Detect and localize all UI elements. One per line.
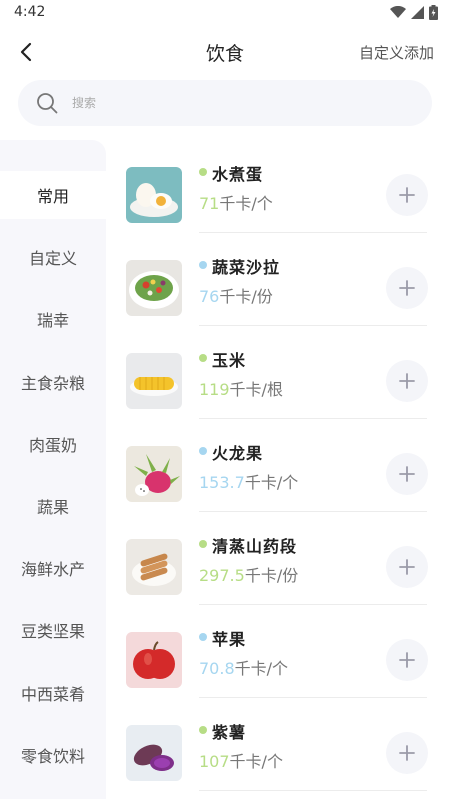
battery-icon [429,5,438,20]
calorie-value: 70.8 [199,659,235,678]
calorie-unit: 千卡/根 [229,380,283,399]
plus-icon [399,745,415,761]
food-image [126,446,182,502]
sidebar-item-fruits-vegetables[interactable]: 蔬果 [0,482,106,530]
sidebar-item-dishes[interactable]: 中西菜肴 [0,669,106,717]
category-dot [199,168,207,176]
food-item[interactable]: 清蒸山药段 297.5千卡/份 [106,512,450,605]
plus-icon [399,187,415,203]
calorie-unit: 千卡/个 [244,473,299,492]
food-name: 清蒸山药段 [212,537,298,556]
sidebar-item-common[interactable]: 常用 [0,171,106,219]
food-image [126,725,182,781]
boiled-egg-image [126,167,182,223]
food-calories: 153.7千卡/个 [199,469,298,493]
food-calories: 107千卡/个 [199,748,283,772]
calorie-unit: 千卡/份 [244,566,299,585]
apple-image [126,632,182,688]
food-name: 紫薯 [212,723,247,742]
calorie-unit: 千卡/个 [234,659,289,678]
calorie-value: 71 [199,194,220,213]
food-item[interactable]: 紫薯 107千卡/个 [106,698,450,791]
food-calories: 70.8千卡/个 [199,655,288,679]
food-calories: 76千卡/份 [199,283,273,307]
food-list: 水煮蛋 71千卡/个 蔬菜沙拉 76千卡/份 玉米 119千卡/根 火龙果 15… [106,140,450,799]
custom-add-button[interactable]: 自定义添加 [359,42,434,63]
sidebar-item-meat-egg-dairy[interactable]: 肉蛋奶 [0,420,106,468]
food-image [126,632,182,688]
add-food-button[interactable] [386,174,428,216]
status-time: 4:42 [14,4,46,20]
food-item[interactable]: 玉米 119千卡/根 [106,326,450,419]
plus-icon [399,280,415,296]
calorie-value: 119 [199,380,230,399]
food-calories: 71千卡/个 [199,190,273,214]
sidebar-item-staples[interactable]: 主食杂粮 [0,358,106,406]
add-food-button[interactable] [386,732,428,774]
plus-icon [399,652,415,668]
category-dot [199,540,207,548]
sidebar-item-snacks-drinks[interactable]: 零食饮料 [0,731,106,779]
sidebar-item-beans-nuts[interactable]: 豆类坚果 [0,606,106,654]
steamed-yam-image [126,539,182,595]
calorie-unit: 千卡/个 [229,752,283,771]
calorie-value: 107 [199,752,230,771]
add-food-button[interactable] [386,453,428,495]
purple-sweet-potato-image [126,725,182,781]
signal-icon [411,6,424,19]
category-dot [199,726,207,734]
category-dot [199,633,207,641]
food-name: 玉米 [212,351,247,370]
search-icon [37,93,58,114]
sidebar-item-luckin[interactable]: 瑞幸 [0,295,106,343]
food-image [126,539,182,595]
food-item[interactable]: 火龙果 153.7千卡/个 [106,419,450,512]
food-calories: 297.5千卡/份 [199,562,298,586]
add-food-button[interactable] [386,360,428,402]
food-image [126,167,182,223]
food-item[interactable]: 蔬菜沙拉 76千卡/份 [106,233,450,326]
food-name: 苹果 [212,630,247,649]
calorie-unit: 千卡/份 [219,287,273,306]
category-dot [199,354,207,362]
plus-icon [399,373,415,389]
sidebar-item-custom[interactable]: 自定义 [0,233,106,281]
food-name: 蔬菜沙拉 [212,258,281,277]
category-dot [199,261,207,269]
add-food-button[interactable] [386,546,428,588]
category-dot [199,447,207,455]
food-item[interactable]: 水煮蛋 71千卡/个 [106,140,450,233]
food-name: 火龙果 [212,444,264,463]
calorie-value: 297.5 [199,566,245,585]
vegetable-salad-image [126,260,182,316]
corn-image [126,353,182,409]
food-image [126,353,182,409]
food-name: 水煮蛋 [212,165,264,184]
add-food-button[interactable] [386,639,428,681]
calorie-value: 153.7 [199,473,245,492]
food-image [126,260,182,316]
food-calories: 119千卡/根 [199,376,283,400]
status-icons [390,5,438,20]
add-food-button[interactable] [386,267,428,309]
status-bar: 4:42 [0,0,450,26]
search-bar[interactable] [18,80,432,126]
divider [199,790,427,791]
search-input[interactable] [72,91,412,115]
sidebar-item-seafood[interactable]: 海鲜水产 [0,544,106,592]
calorie-unit: 千卡/个 [219,194,273,213]
plus-icon [399,466,415,482]
dragon-fruit-image [126,446,182,502]
plus-icon [399,559,415,575]
nav-bar: 饮食 自定义添加 [0,28,450,76]
category-sidebar: 常用 自定义 瑞幸 主食杂粮 肉蛋奶 蔬果 海鲜水产 豆类坚果 中西菜肴 零食饮… [0,140,106,799]
calorie-value: 76 [199,287,220,306]
wifi-icon [390,6,406,18]
food-item[interactable]: 苹果 70.8千卡/个 [106,605,450,698]
